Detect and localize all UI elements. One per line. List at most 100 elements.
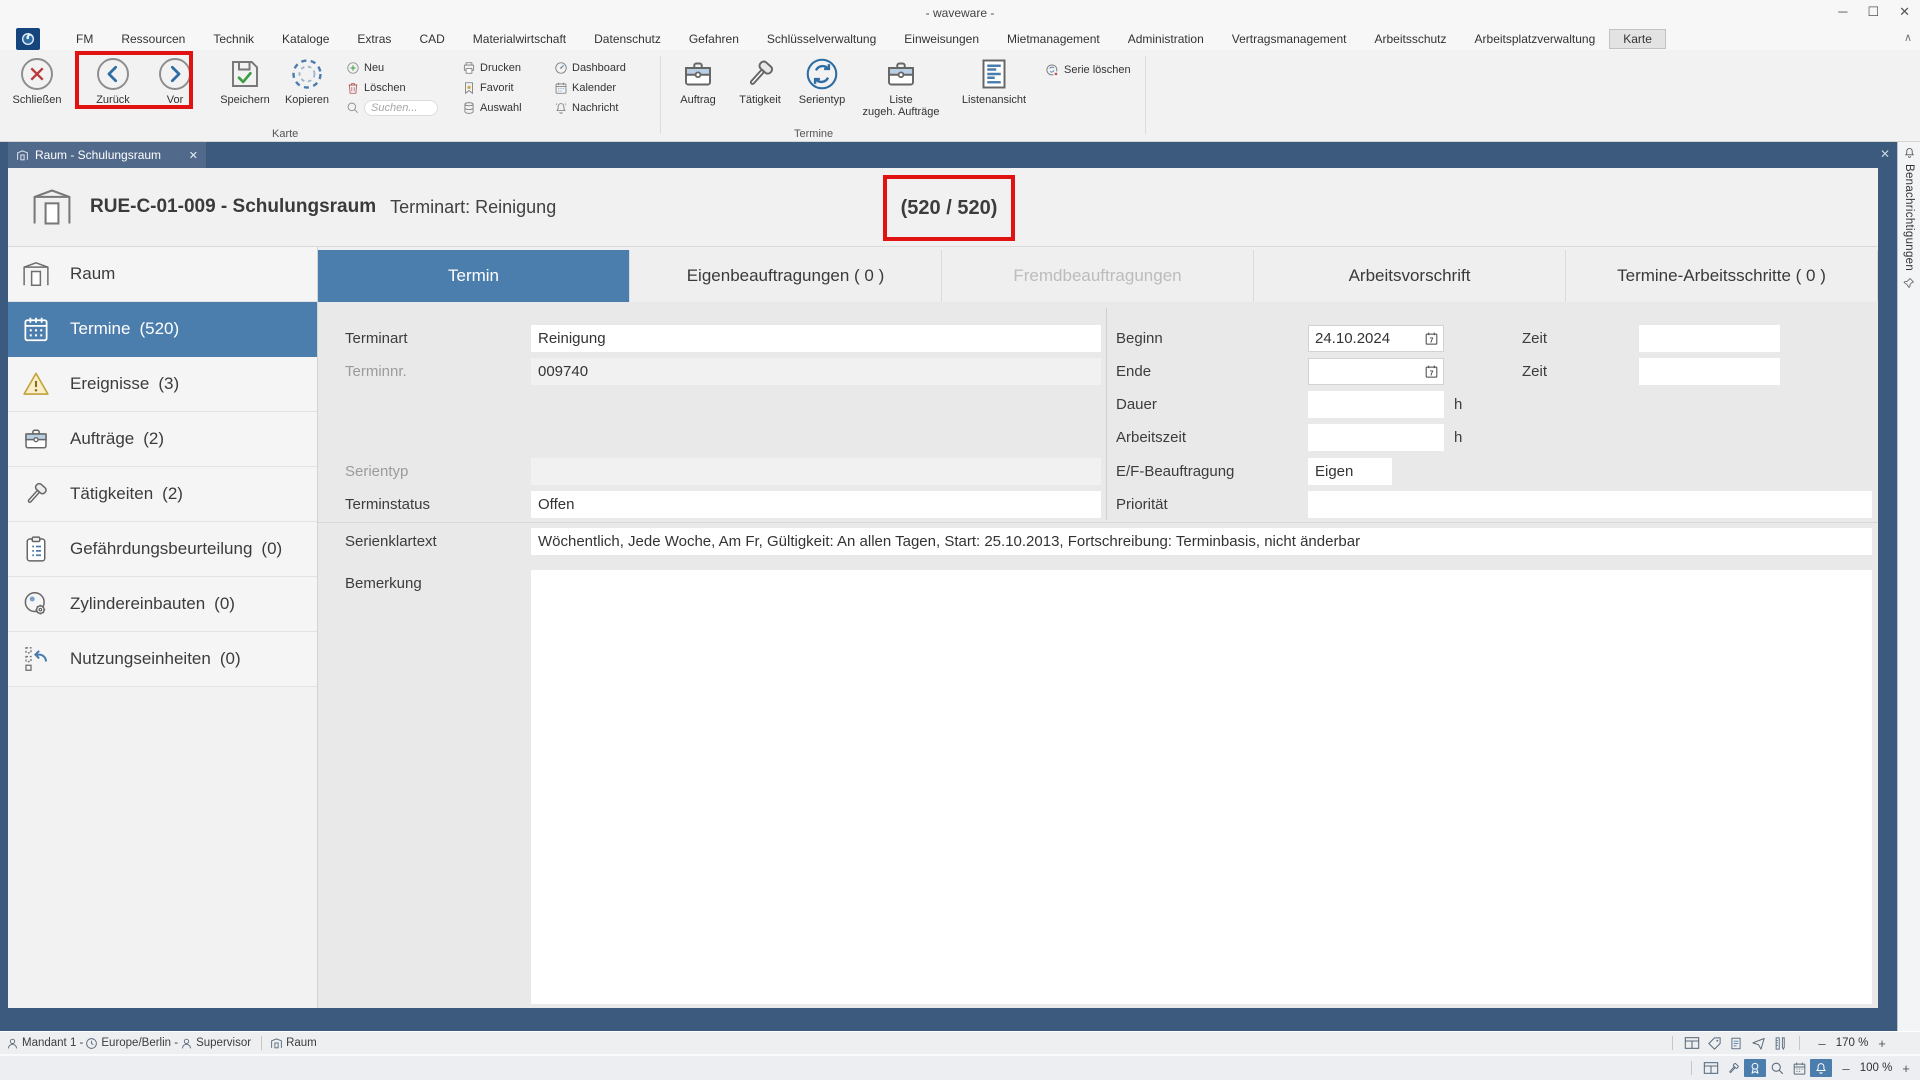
sidebar-item-auftraege[interactable]: Aufträge (2) xyxy=(8,412,317,467)
serientyp-label: Serientyp xyxy=(345,458,408,485)
dashboard-button[interactable]: Dashboard xyxy=(554,58,650,78)
app-badge-button[interactable] xyxy=(1744,1059,1766,1077)
tab-eigenbeauftragungen[interactable]: Eigenbeauftragungen ( 0 ) xyxy=(630,250,942,302)
arbeitszeit-field[interactable] xyxy=(1308,424,1444,451)
notifications-strip[interactable]: Benachrichtigungen xyxy=(1897,142,1920,1031)
prioritaet-field[interactable] xyxy=(1308,491,1872,518)
menu-mietmanagement[interactable]: Mietmanagement xyxy=(993,29,1114,49)
layout-view-button[interactable] xyxy=(1681,1034,1703,1052)
message-button[interactable]: Nachricht xyxy=(554,98,650,118)
menu-einweisungen[interactable]: Einweisungen xyxy=(890,29,993,49)
sidebar-item-ereignisse[interactable]: Ereignisse (3) xyxy=(8,357,317,412)
save-floppy-icon xyxy=(227,56,263,92)
ef-beauftragung-field[interactable]: Eigen xyxy=(1308,458,1392,485)
sidebar-item-gefaehrdungsbeurteilung[interactable]: Gefährdungsbeurteilung (0) xyxy=(8,522,317,577)
sidebar-item-termine[interactable]: Termine (520) xyxy=(8,302,317,357)
app-tools-button[interactable] xyxy=(1722,1059,1744,1077)
terminart-field[interactable]: Reinigung xyxy=(531,325,1101,352)
tab-fremdbeauftragungen[interactable]: Fremdbeauftragungen xyxy=(942,250,1254,302)
waveware-window: - waveware - ─ ☐ ✕ FM Ressourcen Technik… xyxy=(0,0,1920,1080)
ribbon-group-karte: Karte xyxy=(272,128,298,140)
close-button[interactable]: ✕ xyxy=(1899,4,1910,20)
beginn-date-field[interactable]: 24.10.2024 7 xyxy=(1308,325,1444,352)
refresh-circle-icon xyxy=(804,56,840,92)
document-button[interactable] xyxy=(1725,1034,1747,1052)
menu-bar: FM Ressourcen Technik Kataloge Extras CA… xyxy=(0,27,1920,50)
menu-arbeitsplatzverwaltung[interactable]: Arbeitsplatzverwaltung xyxy=(1461,29,1610,49)
record-title: RUE-C-01-009 - Schulungsraum xyxy=(90,196,376,218)
new-button[interactable]: Neu xyxy=(346,58,454,78)
ende-date-field[interactable]: 7 xyxy=(1308,358,1444,385)
menu-gefahren[interactable]: Gefahren xyxy=(675,29,753,49)
app-layout-button[interactable] xyxy=(1700,1059,1722,1077)
tab-arbeitsvorschrift[interactable]: Arbeitsvorschrift xyxy=(1254,250,1566,302)
calendar-button[interactable]: Kalender xyxy=(554,78,650,98)
tab-close-icon[interactable]: ✕ xyxy=(189,149,198,162)
menu-fm[interactable]: FM xyxy=(62,29,107,49)
app-zoom-in-button[interactable]: + xyxy=(1898,1061,1914,1076)
sidebar-item-zylindereinbauten[interactable]: Zylindereinbauten (0) xyxy=(8,577,317,632)
menu-datenschutz[interactable]: Datenschutz xyxy=(580,29,675,49)
ribbon-divider xyxy=(660,56,661,134)
maximize-button[interactable]: ☐ xyxy=(1867,4,1879,20)
bemerkung-textarea[interactable] xyxy=(531,570,1872,1004)
search-input[interactable]: Suchen... xyxy=(364,100,438,116)
date-picker-icon[interactable]: 7 xyxy=(1424,331,1439,346)
menu-cad[interactable]: CAD xyxy=(405,29,458,49)
room-icon xyxy=(16,149,29,162)
activity-button[interactable]: Tätigkeit xyxy=(731,56,789,106)
date-picker-icon[interactable]: 7 xyxy=(1424,364,1439,379)
zoom-out-button[interactable]: – xyxy=(1814,1036,1830,1051)
send-cursor-button[interactable] xyxy=(1747,1034,1769,1052)
delete-series-button[interactable]: Serie löschen xyxy=(1045,60,1131,80)
zoom-in-button[interactable]: + xyxy=(1874,1036,1890,1051)
print-button[interactable]: Drucken xyxy=(462,58,546,78)
terminstatus-field[interactable]: Offen xyxy=(531,491,1101,518)
menu-administration[interactable]: Administration xyxy=(1114,29,1218,49)
delete-button[interactable]: Löschen xyxy=(346,78,454,98)
menu-vertragsmanagement[interactable]: Vertragsmanagement xyxy=(1218,29,1361,49)
menu-ressourcen[interactable]: Ressourcen xyxy=(107,29,199,49)
zeit-beginn-field[interactable] xyxy=(1639,325,1780,352)
terminart-label: Terminart xyxy=(345,325,408,352)
save-button[interactable]: Speichern xyxy=(216,56,274,106)
menu-materialwirtschaft[interactable]: Materialwirtschaft xyxy=(459,29,580,49)
close-record-button[interactable]: Schließen xyxy=(8,56,66,106)
series-type-button[interactable]: Serientyp xyxy=(793,56,851,106)
app-zoom-control: – 100 % + xyxy=(1838,1061,1914,1076)
copy-button[interactable]: Kopieren xyxy=(278,56,336,106)
tab-termine-arbeitsschritte[interactable]: Termine-Arbeitsschritte ( 0 ) xyxy=(1566,250,1878,302)
order-button[interactable]: Auftrag xyxy=(669,56,727,106)
menu-extras[interactable]: Extras xyxy=(343,29,405,49)
briefcase-icon xyxy=(680,56,716,92)
dauer-field[interactable] xyxy=(1308,391,1444,418)
forward-button[interactable]: Vor xyxy=(146,56,204,106)
menu-technik[interactable]: Technik xyxy=(199,29,268,49)
back-button[interactable]: Zurück xyxy=(84,56,142,106)
collapse-ribbon-icon[interactable]: ∧ xyxy=(1904,31,1912,44)
favorite-button[interactable]: Favorit xyxy=(462,78,546,98)
app-notifications-button[interactable] xyxy=(1810,1059,1832,1077)
zeit-ende-field[interactable] xyxy=(1639,358,1780,385)
menu-kataloge[interactable]: Kataloge xyxy=(268,29,343,49)
ribbon-divider xyxy=(1145,56,1146,134)
document-tab-raum-schulungsraum[interactable]: Raum - Schulungsraum ✕ xyxy=(8,142,206,168)
pin-icon[interactable] xyxy=(1903,277,1915,289)
menu-arbeitsschutz[interactable]: Arbeitsschutz xyxy=(1360,29,1460,49)
tab-termin[interactable]: Termin xyxy=(318,250,630,302)
menu-schluesselverwaltung[interactable]: Schlüsselverwaltung xyxy=(753,29,890,49)
related-orders-list-button[interactable]: Listezugeh. Aufträge xyxy=(855,56,947,118)
app-search-button[interactable] xyxy=(1766,1059,1788,1077)
minimize-button[interactable]: ─ xyxy=(1838,4,1847,20)
list-view-button[interactable]: Listenansicht xyxy=(951,56,1037,106)
sidebar-item-raum[interactable]: Raum xyxy=(8,247,317,302)
app-zoom-out-button[interactable]: – xyxy=(1838,1061,1854,1076)
menu-karte[interactable]: Karte xyxy=(1609,29,1666,49)
selection-button[interactable]: Auswahl xyxy=(462,98,546,118)
ruler-pencil-button[interactable] xyxy=(1769,1034,1791,1052)
app-calendar-button[interactable] xyxy=(1788,1059,1810,1077)
tag-button[interactable] xyxy=(1703,1034,1725,1052)
sidebar-item-taetigkeiten[interactable]: Tätigkeiten (2) xyxy=(8,467,317,522)
sidebar-item-nutzungseinheiten[interactable]: Nutzungseinheiten (0) xyxy=(8,632,317,687)
tabstrip-close-icon[interactable]: ✕ xyxy=(1880,147,1890,161)
